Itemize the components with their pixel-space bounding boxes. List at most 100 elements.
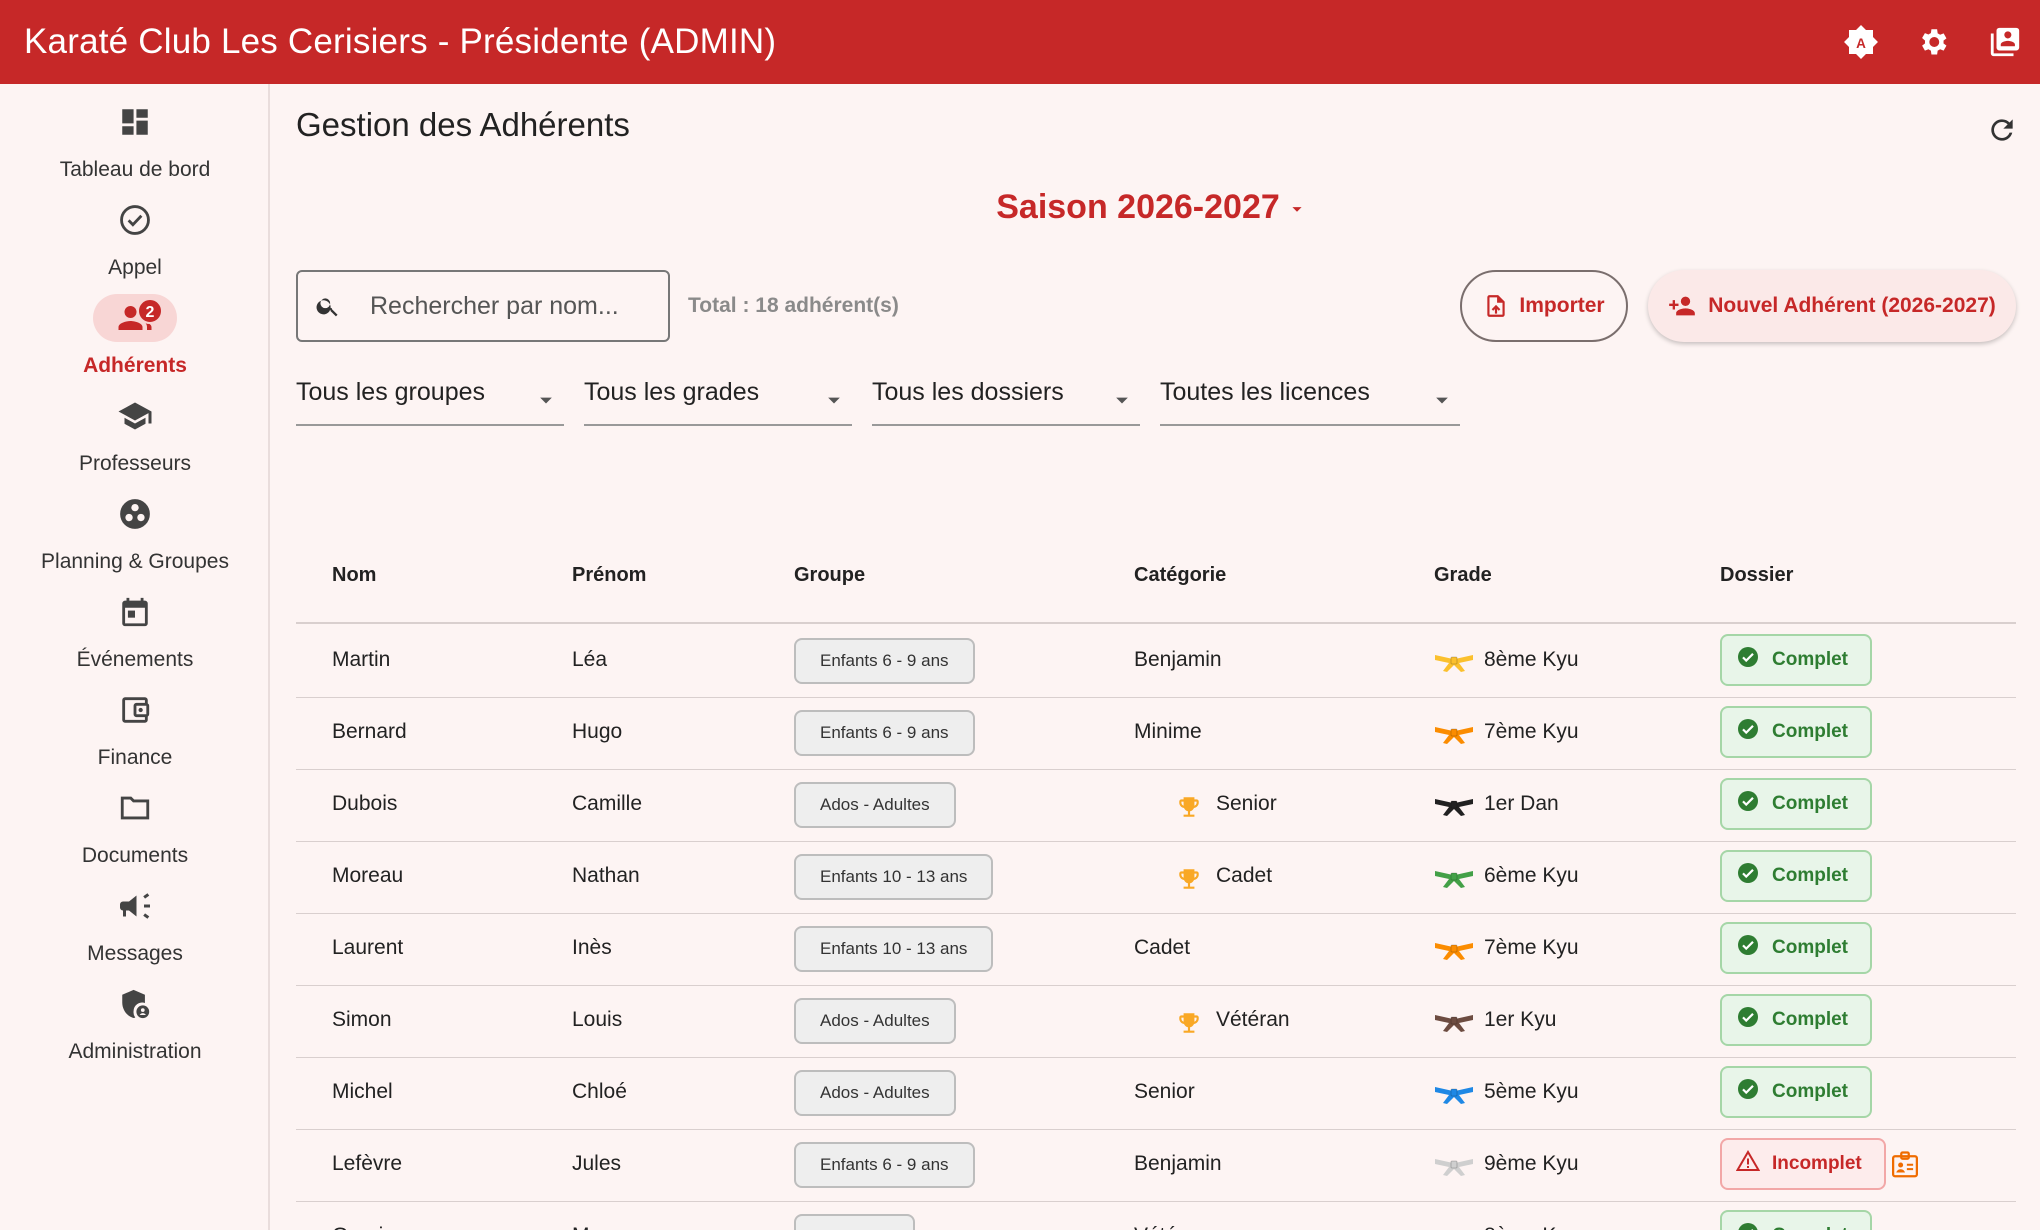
account-box-icon[interactable]: [1984, 21, 2026, 63]
filter-label: Tous les grades: [584, 378, 760, 406]
table-row[interactable]: Martin Léa Enfants 6 - 9 ans Benjamin 8ème K…: [296, 626, 2016, 698]
nav-item-evenements[interactable]: Événements: [0, 584, 270, 674]
column-header-categorie[interactable]: Catégorie: [1134, 564, 1226, 587]
nav-item-finance[interactable]: Finance: [0, 682, 270, 772]
search-input[interactable]: [370, 291, 660, 321]
cell-categorie: Benjamin: [1134, 648, 1222, 671]
belt-icon: [1434, 1011, 1474, 1038]
check-circle-icon: [1736, 1077, 1760, 1107]
group-chip: Bien-être: [794, 1214, 915, 1230]
cell-nom: Laurent: [332, 936, 404, 959]
check-circle-icon: [1736, 789, 1760, 819]
belt-icon: [1434, 651, 1474, 678]
season-label: Saison 2026-2027: [996, 188, 1280, 226]
table-row[interactable]: Michel Chloé Ados - Adultes Senior 5ème Kyu C…: [296, 1058, 2016, 1130]
check-circle-icon: [1736, 1221, 1760, 1230]
nav-item-planning[interactable]: Planning & Groupes: [0, 486, 270, 576]
medical-certificate-icon[interactable]: [1890, 1150, 1920, 1185]
import-button[interactable]: Importer: [1460, 270, 1628, 342]
cell-grade: 5ème Kyu: [1484, 1080, 1579, 1103]
table-row[interactable]: Moreau Nathan Enfants 10 - 13 ans Cadet 6ème…: [296, 842, 2016, 914]
dossier-status-complet[interactable]: Complet: [1720, 1066, 1872, 1118]
cell-grade: 6ème Kyu: [1484, 864, 1579, 887]
nav-item-dashboard[interactable]: Tableau de bord: [0, 94, 270, 184]
new-member-button[interactable]: Nouvel Adhérent (2026-2027): [1648, 270, 2016, 342]
filter-licences[interactable]: Toutes les licences: [1160, 376, 1460, 426]
gear-icon[interactable]: [1912, 21, 1954, 63]
table-row[interactable]: Simon Louis Ados - Adultes Vétéran 1er Kyu Co…: [296, 986, 2016, 1058]
dossier-status-complet[interactable]: Complet: [1720, 1210, 1872, 1230]
column-header-dossier[interactable]: Dossier: [1720, 564, 1793, 587]
dossier-status-complet[interactable]: Complet: [1720, 994, 1872, 1046]
dossier-status-complet[interactable]: Complet: [1720, 850, 1872, 902]
group-chip: Ados - Adultes: [794, 998, 956, 1044]
belt-icon: [1434, 1083, 1474, 1110]
dossier-status-incomplet[interactable]: Incomplet: [1720, 1138, 1886, 1190]
app-bar: Karaté Club Les Cerisiers - Présidente (…: [0, 0, 2040, 84]
table-row[interactable]: Dubois Camille Ados - Adultes Senior 1er Dan…: [296, 770, 2016, 842]
check-circle-icon: [1736, 645, 1760, 675]
dossier-label: Complet: [1772, 1009, 1848, 1030]
caret-down-icon: [1292, 207, 1302, 212]
table-row[interactable]: Garnier Manon Bien-être Vétéran 8ème Kyu Comp…: [296, 1202, 2016, 1230]
cell-prenom: Camille: [572, 792, 643, 815]
cell-categorie: Cadet: [1216, 864, 1273, 887]
cell-grade: 9ème Kyu: [1484, 1152, 1579, 1175]
cell-categorie: Minime: [1134, 720, 1202, 743]
nav-item-adherents[interactable]: 2 Adhérents: [0, 290, 270, 380]
nav-label: Messages: [87, 942, 183, 965]
cell-nom: Simon: [332, 1008, 392, 1031]
dossier-status-complet[interactable]: Complet: [1720, 922, 1872, 974]
nav-label: Finance: [97, 746, 173, 769]
filter-groupes[interactable]: Tous les groupes: [296, 376, 564, 426]
nav-label: Administration: [68, 1040, 202, 1063]
search-icon: [298, 293, 358, 319]
cell-prenom: Jules: [572, 1152, 622, 1175]
filter-dossiers[interactable]: Tous les dossiers: [872, 376, 1140, 426]
cell-grade: 8ème Kyu: [1484, 1224, 1579, 1230]
nav-item-appel[interactable]: Appel: [0, 192, 270, 282]
nav-label: Professeurs: [78, 452, 192, 475]
nav-item-administration[interactable]: Administration: [0, 976, 270, 1066]
nav-item-messages[interactable]: Messages: [0, 878, 270, 968]
calendar-icon: [93, 588, 177, 636]
table-row[interactable]: Lefèvre Jules Enfants 6 - 9 ans Benjamin 9èm…: [296, 1130, 2016, 1202]
column-header-groupe[interactable]: Groupe: [794, 564, 865, 587]
season-selector[interactable]: Saison 2026-2027: [272, 188, 2032, 227]
cell-prenom: Hugo: [572, 720, 623, 743]
total-count: Total : 18 adhérent(s): [688, 294, 899, 317]
filter-label: Tous les groupes: [296, 378, 486, 406]
group-icon: 2: [93, 294, 177, 342]
column-header-grade[interactable]: Grade: [1434, 564, 1492, 587]
dossier-label: Complet: [1772, 865, 1848, 886]
cell-grade: 1er Dan: [1484, 792, 1559, 815]
nav-item-documents[interactable]: Documents: [0, 780, 270, 870]
cell-prenom: Louis: [572, 1008, 623, 1031]
brightness-auto-icon[interactable]: A: [1840, 21, 1882, 63]
nav-item-professeurs[interactable]: Professeurs: [0, 388, 270, 478]
admin-shield-icon: [93, 980, 177, 1028]
dossier-label: Complet: [1772, 937, 1848, 958]
dossier-status-complet[interactable]: Complet: [1720, 778, 1872, 830]
dossier-status-complet[interactable]: Complet: [1720, 634, 1872, 686]
cell-grade: 7ème Kyu: [1484, 720, 1579, 743]
refresh-icon[interactable]: [1982, 110, 2022, 150]
upload-file-icon: [1487, 295, 1506, 317]
group-chip: Ados - Adultes: [794, 1070, 956, 1116]
table-row[interactable]: Laurent Inès Enfants 10 - 13 ans Cadet 7ème …: [296, 914, 2016, 986]
trophy-icon: [1176, 866, 1202, 897]
search-field[interactable]: [296, 270, 670, 342]
column-header-nom[interactable]: Nom: [332, 564, 376, 587]
nav-label: Planning & Groupes: [41, 550, 229, 573]
group-chip: Enfants 6 - 9 ans: [794, 710, 975, 756]
filter-grades[interactable]: Tous les grades: [584, 376, 852, 426]
cell-categorie: Senior: [1216, 792, 1277, 815]
dossier-status-complet[interactable]: Complet: [1720, 706, 1872, 758]
cell-categorie: Benjamin: [1134, 1152, 1222, 1175]
check-circle-icon: [93, 196, 177, 244]
caret-down-icon: [1116, 397, 1128, 404]
table-row[interactable]: Bernard Hugo Enfants 6 - 9 ans Minime 7ème K…: [296, 698, 2016, 770]
column-header-prenom[interactable]: Prénom: [572, 564, 646, 587]
dossier-label: Incomplet: [1772, 1153, 1862, 1174]
new-member-label: Nouvel Adhérent (2026-2027): [1708, 294, 1996, 317]
